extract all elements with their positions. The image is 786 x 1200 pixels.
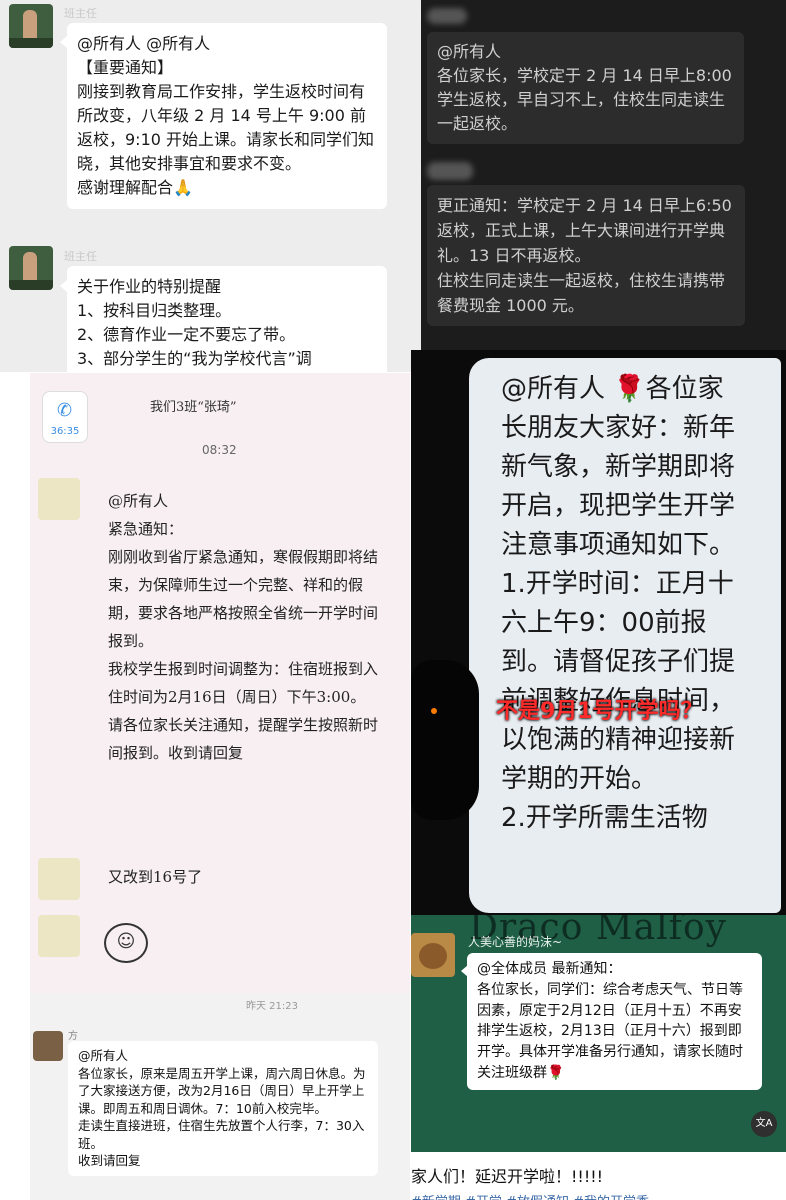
message-bubble[interactable]: @全体成员 最新通知： 各位家长，同学们：综合考虑天气、节日等因素，原定于2月1… bbox=[467, 953, 762, 1090]
panel-top-right-chat: @所有人 各位家长，学校定于 2 月 14 日早上8:00 学生返校，早自习不上… bbox=[421, 0, 786, 350]
call-duration: 36:35 bbox=[50, 426, 80, 437]
sender-name: 方 bbox=[68, 1031, 78, 1042]
message-bubble[interactable]: @所有人 @所有人 【重要通知】 刚接到教育局工作安排，学生返校时间有所改变，八… bbox=[67, 23, 387, 209]
message-bubble[interactable]: 更正通知：学校定于 2 月 14 日早上6:50 返校，正式上课，上午大课间进行… bbox=[427, 185, 745, 326]
avatar[interactable] bbox=[38, 858, 80, 900]
sender-name: 班主任 bbox=[64, 7, 97, 20]
phone-call-icon[interactable]: ✆ 36:35 bbox=[42, 391, 88, 443]
post-caption: 家人们！延迟开学啦！!!!!! bbox=[411, 1167, 604, 1186]
sender-name: 人美心善的妈沫~ bbox=[468, 935, 563, 949]
sender-name: 班主任 bbox=[64, 250, 97, 263]
chat-title: 我们3班“张琦” bbox=[150, 400, 237, 415]
hashtags[interactable]: #新学期 #开学 #放假通知 #我的开学季 bbox=[411, 1191, 649, 1200]
translate-button[interactable]: 文A bbox=[751, 1111, 777, 1137]
finger-shadow bbox=[411, 660, 479, 820]
panel-bottom-left-chat: 昨天 21:23 方 @所有人 各位家长，原来是周五开学上课，周六周日休息。为了… bbox=[30, 993, 410, 1200]
avatar[interactable] bbox=[38, 915, 80, 957]
avatar[interactable] bbox=[38, 478, 80, 520]
message-bubble[interactable]: @所有人 各位家长，学校定于 2 月 14 日早上8:00 学生返校，早自习不上… bbox=[427, 32, 744, 144]
message-bubble[interactable]: @所有人 各位家长，原来是周五开学上课，周六周日休息。为了大家接送方便，改为2月… bbox=[68, 1041, 378, 1176]
panel-top-left-chat: 班主任 @所有人 @所有人 【重要通知】 刚接到教育局工作安排，学生返校时间有所… bbox=[0, 0, 421, 372]
panel-mid-left-chat: ✆ 36:35 我们3班“张琦” 08:32 @所有人 紧急通知： 刚刚收到省厅… bbox=[30, 373, 410, 993]
avatar[interactable] bbox=[411, 933, 455, 977]
sender-name-blurred bbox=[427, 162, 473, 180]
message-bubble[interactable]: 关于作业的特别提醒 1、按科目归类整理。 2、德育作业一定不要忘了带。 3、部分… bbox=[67, 266, 387, 372]
message-text[interactable]: @所有人 紧急通知： 刚刚收到省厅紧急通知，寒假假期即将结束，为保障师生过一个完… bbox=[108, 487, 380, 767]
sticker-emoji: ☺ bbox=[104, 923, 148, 963]
avatar[interactable] bbox=[9, 246, 53, 290]
avatar[interactable] bbox=[33, 1031, 63, 1061]
avatar[interactable] bbox=[9, 4, 53, 48]
sender-name-blurred bbox=[427, 8, 467, 24]
message-text[interactable]: @所有人 🌹各位家长朋友大家好：新年新气象，新学期即将开启，现把学生开学注意事项… bbox=[501, 370, 749, 838]
panel-bottom-right-chat: Draco Malfoy 人美心善的妈沫~ @全体成员 最新通知： 各位家长，同… bbox=[411, 915, 786, 1200]
orange-dot bbox=[431, 708, 437, 714]
message-text[interactable]: 又改到16号了 bbox=[108, 866, 202, 887]
timestamp: 08:32 bbox=[202, 443, 237, 457]
timestamp: 昨天 21:23 bbox=[246, 1001, 298, 1012]
panel-mid-right-photo: @所有人 🌹各位家长朋友大家好：新年新气象，新学期即将开启，现把学生开学注意事项… bbox=[411, 350, 786, 915]
overlay-caption: 不是9月1号开学吗？ bbox=[496, 699, 703, 724]
